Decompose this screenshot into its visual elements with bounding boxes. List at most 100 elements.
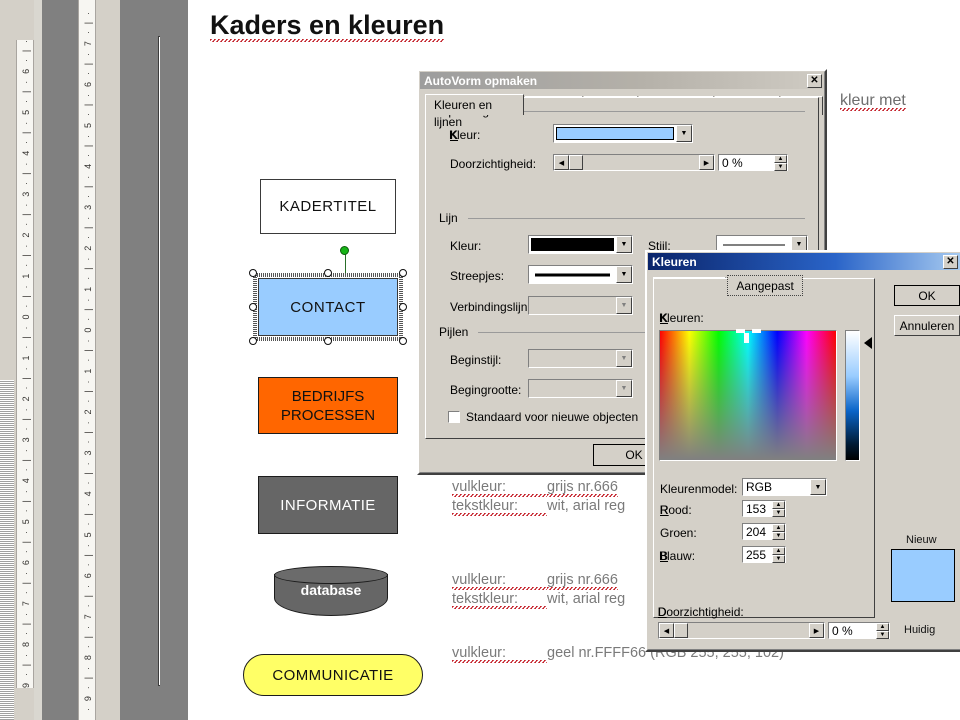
spinner-down-icon[interactable]: ▼	[772, 555, 785, 563]
annotation-label: vulkleur:	[452, 645, 547, 663]
blue-value[interactable]: 255	[743, 547, 772, 562]
chevron-down-icon[interactable]: ▼	[676, 125, 692, 142]
red-value[interactable]: 153	[743, 501, 772, 516]
resize-handle-ne[interactable]	[399, 269, 407, 277]
close-icon[interactable]: ✕	[807, 73, 822, 88]
fill-transparency-value[interactable]: 0 %	[719, 155, 774, 170]
fill-transparency-slider[interactable]: ◀ ▶	[553, 154, 715, 171]
color-model-value[interactable]: RGB	[743, 479, 810, 495]
shape-communicatie[interactable]: COMMUNICATIE	[243, 654, 423, 696]
spinner-up-icon[interactable]: ▲	[772, 501, 785, 509]
rotation-handle-stem	[345, 252, 346, 274]
resize-handle-s[interactable]	[324, 337, 332, 345]
spinner-down-icon[interactable]: ▼	[772, 509, 785, 517]
spinner-down-icon[interactable]: ▼	[774, 163, 787, 171]
kleuren-title: Kleuren	[652, 254, 697, 269]
label-beginstijl: Beginstijl:	[450, 353, 501, 367]
label-line-streepjes-text: Streepjes:	[450, 269, 505, 283]
spinner-buttons[interactable]: ▲ ▼	[772, 547, 785, 563]
preview-current-label: Huidig	[904, 624, 936, 636]
chevron-down-icon[interactable]: ▼	[810, 479, 826, 495]
label-groen-text: Groen:	[660, 526, 697, 540]
kleuren-ok-button[interactable]: OK	[894, 285, 960, 306]
color-picker-crosshair[interactable]	[744, 333, 749, 343]
slider-left-arrow-icon[interactable]: ◀	[659, 623, 674, 638]
fill-transparency-spinbox[interactable]: 0 % ▲ ▼	[718, 154, 788, 171]
slider-thumb[interactable]	[674, 623, 688, 638]
luminance-slider[interactable]	[845, 330, 860, 461]
line-color-combobox[interactable]: ▼	[528, 235, 633, 254]
red-spinbox[interactable]: 153 ▲ ▼	[742, 500, 786, 517]
blue-spinbox[interactable]: 255 ▲ ▼	[742, 546, 786, 563]
annotation-database-text: tekstkleur: wit, arial reg	[452, 591, 625, 609]
close-icon[interactable]: ✕	[943, 254, 958, 269]
line-dashes-combobox[interactable]: ▼	[528, 265, 633, 284]
page-title: Kaders en kleuren	[210, 10, 445, 42]
shape-informatie[interactable]: INFORMATIE	[258, 476, 398, 534]
kleuren-transparency-spinbox[interactable]: 0 % ▲ ▼	[828, 622, 890, 639]
chevron-down-icon[interactable]: ▼	[616, 236, 632, 253]
spinner-down-icon[interactable]: ▼	[876, 631, 889, 639]
spinner-buttons[interactable]: ▲ ▼	[772, 524, 785, 540]
kleuren-ok-label: OK	[918, 288, 936, 303]
kleuren-titlebar[interactable]: Kleuren ✕	[648, 253, 960, 270]
slider-track[interactable]	[583, 155, 699, 170]
spinner-up-icon[interactable]: ▲	[876, 623, 889, 631]
kleuren-transparency-value[interactable]: 0 %	[829, 623, 876, 638]
green-value[interactable]: 204	[743, 524, 772, 539]
rotation-handle[interactable]	[340, 246, 349, 255]
shape-contact[interactable]: CONTACT	[258, 278, 398, 336]
line-color-swatch	[531, 238, 614, 251]
shape-kadertitel[interactable]: KADERTITEL	[260, 179, 396, 234]
spinner-up-icon[interactable]: ▲	[772, 524, 785, 532]
hue-saturation-field[interactable]	[660, 331, 836, 460]
color-gradient-picker[interactable]	[659, 329, 837, 461]
tab-kleuren-en-lijnen[interactable]: Kleuren en lijnen	[425, 94, 525, 129]
kleuren-dialog[interactable]: Kleuren ✕ Standaard Aangepast KKleuren: …	[645, 250, 960, 652]
fill-color-combobox[interactable]: ▼	[553, 124, 693, 143]
color-preview-new	[891, 549, 955, 602]
slider-thumb[interactable]	[569, 155, 583, 170]
luminance-slider-arrow-icon[interactable]	[864, 337, 872, 349]
resize-handle-e[interactable]	[399, 303, 407, 311]
resize-handle-sw[interactable]	[249, 337, 257, 345]
shape-bedrijfsprocessen[interactable]: BEDRIJFS PROCESSEN	[258, 377, 398, 434]
spinner-buttons[interactable]: ▲ ▼	[876, 623, 889, 639]
slider-track[interactable]	[688, 623, 809, 638]
color-model-combobox[interactable]: RGB ▼	[742, 478, 827, 496]
shape-contact-selection[interactable]: CONTACT	[249, 246, 407, 348]
label-kleuren: KKleuren:	[659, 311, 704, 325]
slider-right-arrow-icon[interactable]: ▶	[809, 623, 824, 638]
kleuren-transparency-slider[interactable]: ◀ ▶	[658, 622, 825, 639]
default-objects-checkbox[interactable]	[448, 411, 460, 423]
chevron-down-icon[interactable]: ▼	[616, 266, 632, 283]
kleuren-cancel-button[interactable]: Annuleren	[894, 315, 960, 336]
vertical-ruler-right-ticks: · 9 · | · 8 · | · 7 · | · 6 · | · 5 · | …	[83, 9, 93, 711]
tab-aangepast[interactable]: Aangepast	[727, 275, 803, 296]
group-rule-opvulling	[500, 111, 805, 112]
spinner-up-icon[interactable]: ▲	[774, 155, 787, 163]
fill-color-swatch	[556, 127, 674, 140]
vertical-ruler-right[interactable]: · 9 · | · 8 · | · 7 · | · 6 · | · 5 · | …	[78, 0, 96, 720]
autovorm-title: AutoVorm opmaken	[424, 73, 538, 88]
label-kleuren-text: Kleuren:	[659, 311, 704, 325]
resize-handle-nw[interactable]	[249, 269, 257, 277]
spinner-down-icon[interactable]: ▼	[772, 532, 785, 540]
resize-handle-n[interactable]	[324, 269, 332, 277]
slider-left-arrow-icon[interactable]: ◀	[554, 155, 569, 170]
vertical-ruler-left[interactable]: 9 · | · 8 · | · 7 · | · 6 · | · 5 · | · …	[16, 40, 34, 688]
resize-handle-w[interactable]	[249, 303, 257, 311]
spinner-buttons[interactable]: ▲ ▼	[772, 501, 785, 517]
spinner-buttons[interactable]: ▲ ▼	[774, 155, 787, 171]
annotation-database-fill: vulkleur: grijs nr.666	[452, 572, 618, 590]
label-fill-transparency-text: Doorzichtigheid:	[450, 157, 537, 171]
shape-database[interactable]: database	[274, 566, 388, 616]
spinner-up-icon[interactable]: ▲	[772, 547, 785, 555]
begin-style-combobox: ▼	[528, 349, 633, 368]
connector-combobox: ▼	[528, 296, 633, 315]
slider-right-arrow-icon[interactable]: ▶	[699, 155, 714, 170]
label-blauw-text: Blauw:	[659, 549, 696, 563]
autovorm-titlebar[interactable]: AutoVorm opmaken ✕	[420, 72, 824, 89]
green-spinbox[interactable]: 204 ▲ ▼	[742, 523, 786, 540]
resize-handle-se[interactable]	[399, 337, 407, 345]
